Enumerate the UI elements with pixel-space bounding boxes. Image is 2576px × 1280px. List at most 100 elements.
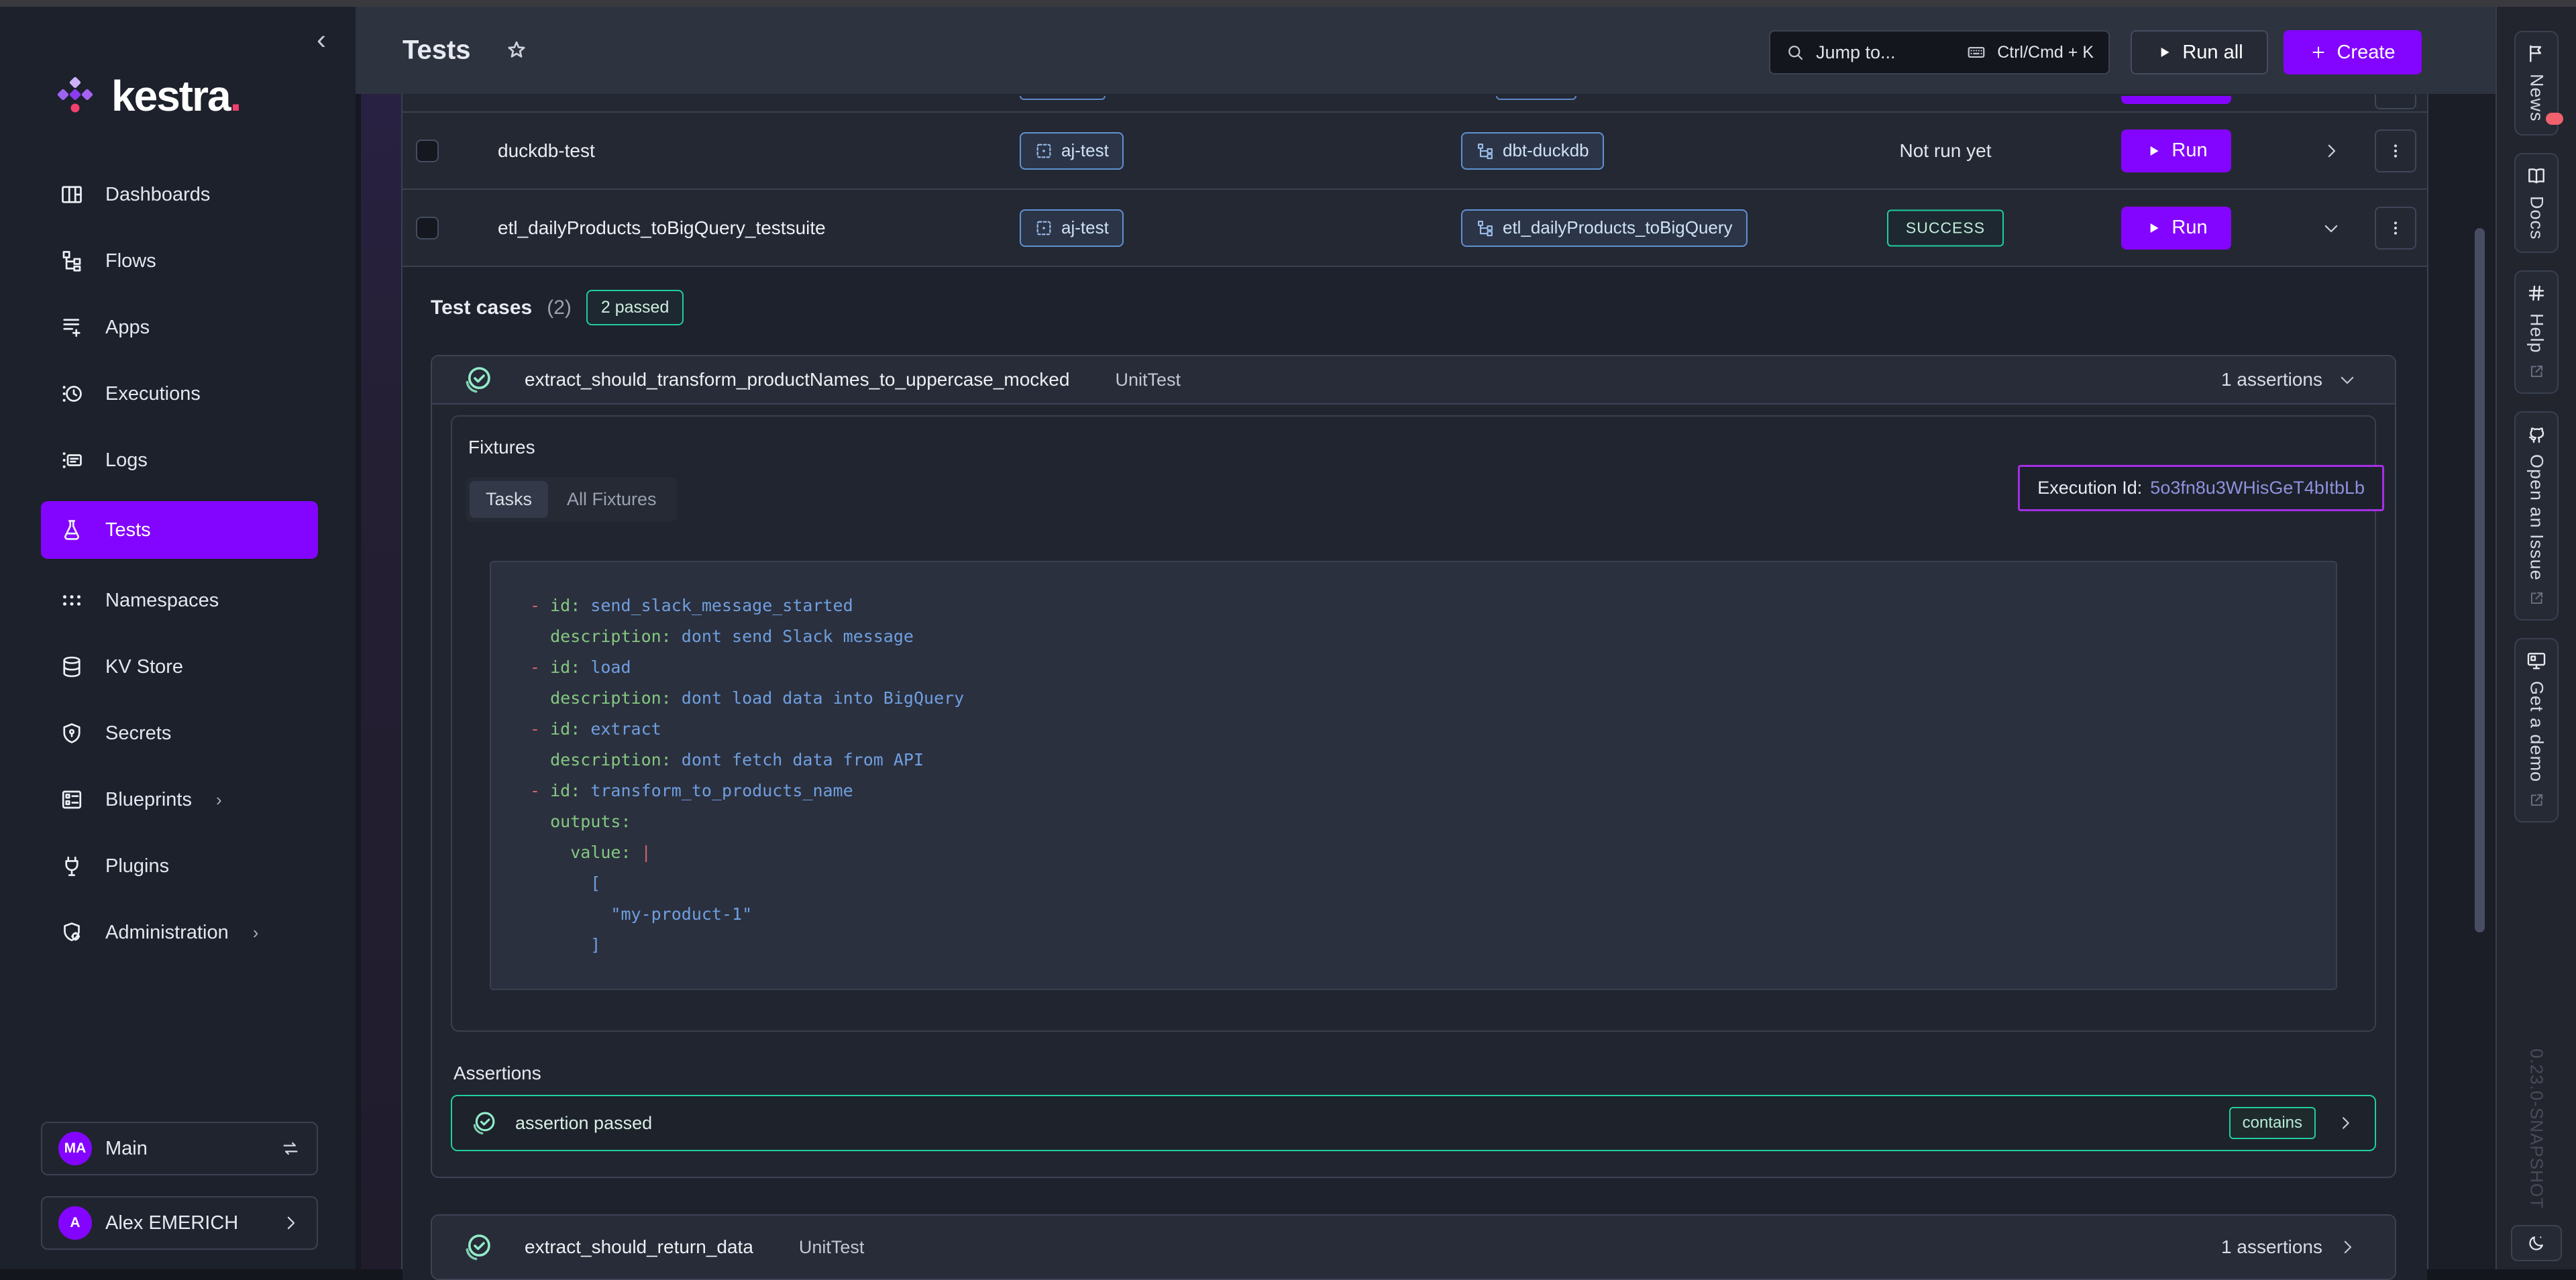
tab-tasks[interactable]: Tasks <box>470 481 548 518</box>
assertion-row[interactable]: assertion passed contains <box>451 1095 2376 1151</box>
chevron-down-icon[interactable] <box>2337 370 2357 390</box>
testsuite-details: Test cases (2) 2 passed extract_should_t… <box>402 266 2427 1280</box>
namespace-chip[interactable]: aj-test <box>1020 209 1124 247</box>
chevron-right-icon: › <box>216 790 222 810</box>
test-name[interactable]: duckdb-test <box>498 140 595 162</box>
rail-button-label: Open an Issue <box>2526 454 2547 581</box>
user-menu[interactable]: A Alex EMERICH <box>41 1196 318 1250</box>
tenant-avatar: MA <box>58 1132 92 1165</box>
code-line: ] <box>530 930 2336 961</box>
sidebar-item-tests[interactable]: Tests <box>41 501 318 559</box>
flag-icon <box>2526 43 2547 64</box>
sidebar-item-executions[interactable]: Executions <box>41 372 318 415</box>
status-cell: SUCCESS <box>1845 209 2046 246</box>
rail-button-help[interactable]: Help <box>2514 270 2559 394</box>
star-icon[interactable] <box>504 38 529 62</box>
sidebar-item-namespaces[interactable]: Namespaces <box>41 579 318 622</box>
rail-button-news[interactable]: News <box>2514 31 2559 136</box>
github-icon <box>2526 423 2547 445</box>
jump-to-search[interactable]: Jump to... Ctrl/Cmd + K <box>1769 30 2110 74</box>
execution-id-label: Execution Id: <box>2037 478 2142 498</box>
code-line: description: dont send Slack message <box>530 621 2336 652</box>
sidebar-item-label: Apps <box>105 317 150 339</box>
rail-button-docs[interactable]: Docs <box>2514 153 2559 254</box>
play-icon <box>2145 219 2162 237</box>
sidebar-item-dashboards[interactable]: Dashboards <box>41 173 318 216</box>
user-label: Alex EMERICH <box>105 1212 267 1234</box>
flow-chip[interactable]: dbt-duckdb <box>1461 132 1604 170</box>
sidebar-item-plugins[interactable]: Plugins <box>41 845 318 888</box>
code-line: description: dont load data into BigQuer… <box>530 683 2336 714</box>
tests-table: duckdb-test aj-test dbt-duckdb Not run yet R… <box>401 94 2428 1269</box>
run-button[interactable]: Run <box>2121 129 2231 172</box>
table-row: duckdb-test aj-test dbt-duckdb Not run yet R… <box>402 111 2427 189</box>
sidebar-item-blueprints[interactable]: Blueprints› <box>41 778 318 821</box>
rail-button-label: Help <box>2526 313 2547 354</box>
sidebar-item-secrets[interactable]: Secrets <box>41 712 318 755</box>
secrets-icon <box>60 721 84 745</box>
sidebar-item-flows[interactable]: Flows <box>41 239 318 282</box>
grid-dashed-icon <box>1034 219 1053 237</box>
status-cell: Not run yet <box>1845 140 2046 162</box>
code-line: value: | <box>530 837 2336 868</box>
flows-icon <box>60 249 84 273</box>
assertions-count: 1 assertions <box>2221 1236 2322 1258</box>
rail-button-open-an-issue[interactable]: Open an Issue <box>2514 411 2559 621</box>
executions-icon <box>60 382 84 406</box>
assertion-operator-chip[interactable]: contains <box>2229 1107 2316 1139</box>
notification-dot <box>2546 113 2563 125</box>
assertion-text: assertion passed <box>515 1113 652 1134</box>
test-case-body: Fixtures Execution Id: 5o3fn8u3WHisGeT4b… <box>432 405 2395 1177</box>
table-rows: duckdb-test aj-test dbt-duckdb Not run yet R… <box>402 111 2427 266</box>
rail-button-get-a-demo[interactable]: Get a demo <box>2514 638 2559 822</box>
run-button[interactable]: Run <box>2121 207 2231 250</box>
sidebar-collapse-icon[interactable]: ‹ <box>317 25 326 54</box>
row-menu-button[interactable] <box>2375 207 2416 250</box>
sidebar-item-kv-store[interactable]: KV Store <box>41 645 318 688</box>
tenant-switcher[interactable]: MA Main <box>41 1122 318 1175</box>
rail-button-label: News <box>2526 74 2547 122</box>
namespace-chip[interactable]: aj-test <box>1020 132 1124 170</box>
test-case-card: extract_should_transform_productNames_to… <box>431 355 2396 1178</box>
vertical-scrollbar[interactable] <box>2475 228 2485 932</box>
chevron-right-icon[interactable] <box>2336 1114 2355 1132</box>
theme-toggle-button[interactable] <box>2511 1225 2562 1261</box>
subflow-icon <box>1476 142 1495 160</box>
tenant-label: Main <box>105 1138 267 1160</box>
execution-id-link[interactable]: 5o3fn8u3WHisGeT4bItbLb <box>2150 478 2365 498</box>
chevron-down-icon[interactable] <box>2314 218 2348 238</box>
test-name[interactable]: etl_dailyProducts_toBigQuery_testsuite <box>498 217 826 239</box>
chevron-right-icon[interactable] <box>2314 141 2348 161</box>
sidebar: ‹ kestra. DashboardsFlowsAppsExecutionsL… <box>0 7 356 1269</box>
row-checkbox[interactable] <box>416 140 439 162</box>
chevron-down-icon <box>2321 218 2341 238</box>
code-block[interactable]: - id: send_slack_message_started descrip… <box>490 561 2337 990</box>
code-line: - id: load <box>530 652 2336 683</box>
tab-all-fixtures[interactable]: All Fixtures <box>551 481 673 518</box>
sidebar-item-apps[interactable]: Apps <box>41 306 318 349</box>
table-row: etl_dailyProducts_toBigQuery_testsuite aj… <box>402 189 2427 266</box>
shortcut-label: Ctrl/Cmd + K <box>1997 43 2094 62</box>
sidebar-item-logs[interactable]: Logs <box>41 439 318 482</box>
test-case-card: extract_should_return_data UnitTest 1 as… <box>431 1214 2396 1280</box>
plugins-icon <box>60 854 84 878</box>
code-line: [ <box>530 868 2336 899</box>
moon-stars-icon <box>2526 1233 2546 1253</box>
create-button[interactable]: Create <box>2284 30 2422 74</box>
fixtures-section: Fixtures Execution Id: 5o3fn8u3WHisGeT4b… <box>451 415 2376 1032</box>
sidebar-item-administration[interactable]: Administration› <box>41 911 318 954</box>
right-rail: NewsDocsHelpOpen an IssueGet a demo 0.23… <box>2496 7 2576 1269</box>
status-text: Not run yet <box>1900 140 1992 162</box>
grid-dashed-icon <box>1034 142 1053 160</box>
code-line: - id: transform_to_products_name <box>530 776 2336 806</box>
test-case-header[interactable]: extract_should_transform_productNames_to… <box>432 356 2395 405</box>
chevron-right-icon[interactable] <box>2337 1237 2357 1257</box>
row-menu-button[interactable] <box>2375 129 2416 172</box>
play-icon <box>2155 44 2173 61</box>
status-badge: SUCCESS <box>1887 209 2004 246</box>
clipped-row-fragment <box>2375 95 2416 109</box>
run-all-button[interactable]: Run all <box>2131 30 2268 74</box>
flow-chip[interactable]: etl_dailyProducts_toBigQuery <box>1461 209 1748 247</box>
sidebar-item-label: Dashboards <box>105 184 210 206</box>
row-checkbox[interactable] <box>416 217 439 239</box>
